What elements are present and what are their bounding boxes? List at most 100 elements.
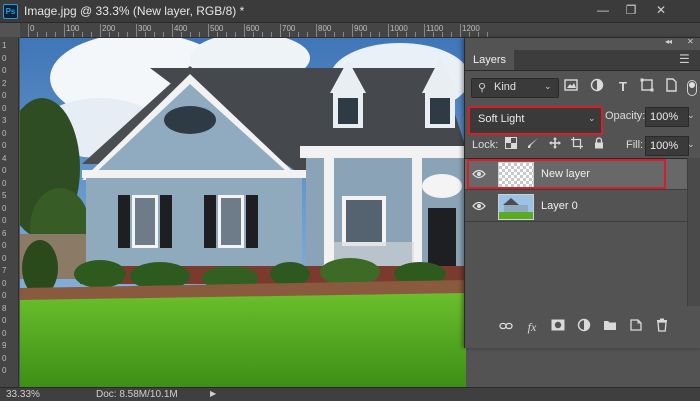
ruler-label: 0 <box>2 128 7 138</box>
ruler-minor-tick <box>325 32 326 37</box>
ruler-minor-tick <box>307 32 308 37</box>
layer-name[interactable]: Layer 0 <box>541 200 578 212</box>
panel-menu-icon[interactable]: ☰ <box>679 52 690 66</box>
ruler-minor-tick <box>271 32 272 37</box>
fill-label[interactable]: Fill: <box>626 139 643 151</box>
zoom-level[interactable]: 33.33% <box>6 389 40 400</box>
ruler-tick <box>352 24 353 37</box>
opacity-label[interactable]: Opacity: <box>605 110 645 122</box>
ruler-minor-tick <box>370 32 371 37</box>
ruler-label: 1 <box>2 41 7 50</box>
ruler-tick <box>136 24 137 37</box>
blend-mode-select[interactable]: Soft Light ⌄ <box>468 106 603 135</box>
ruler-tick <box>244 24 245 37</box>
smart-object-filter-icon[interactable] <box>663 78 679 96</box>
ruler-minor-tick <box>343 32 344 37</box>
ruler-label: 0 <box>2 278 7 288</box>
kind-filter-label: Kind <box>494 81 517 93</box>
ruler-minor-tick <box>289 32 290 37</box>
ruler-minor-tick <box>361 32 362 37</box>
ruler-minor-tick <box>415 32 416 37</box>
trash-icon[interactable] <box>653 318 671 336</box>
kind-filter-select[interactable]: ⚲ Kind ⌄ <box>471 78 559 98</box>
ruler-label: 9 <box>2 341 7 350</box>
lock-transparent-pixels-icon[interactable] <box>503 136 519 154</box>
ruler-minor-tick <box>181 32 182 37</box>
ruler-label: 0 <box>2 316 7 325</box>
lock-artboard-icon[interactable] <box>569 136 585 154</box>
status-menu-arrow-icon[interactable]: ▶ <box>210 389 216 398</box>
status-bar: 33.33% Doc: 8.58M/10.1M ▶ <box>0 387 700 401</box>
chevron-down-icon[interactable]: ⌄ <box>687 139 695 150</box>
eye-icon[interactable] <box>472 200 486 212</box>
horizontal-ruler[interactable]: 0 100 200 300 400 500 600 700 800 900 1000 1100 1200 <box>20 23 700 38</box>
fx-icon[interactable]: fx <box>523 318 541 336</box>
ruler-label: 0 <box>2 241 7 250</box>
ruler-label: 0 <box>2 103 7 113</box>
add-mask-icon[interactable] <box>549 318 567 336</box>
ruler-label: 0 <box>2 166 7 175</box>
ruler-minor-tick <box>253 32 254 37</box>
ruler-tick <box>28 24 29 37</box>
ruler-minor-tick <box>127 32 128 37</box>
ruler-label: 6 <box>2 228 7 238</box>
ruler-minor-tick <box>379 32 380 37</box>
panel-footer: fx <box>465 316 700 338</box>
photoshop-logo: Ps <box>3 4 18 19</box>
ruler-minor-tick <box>199 32 200 37</box>
ruler-minor-tick <box>217 32 218 37</box>
minimize-button[interactable]: — <box>596 3 610 17</box>
ruler-label: 5 <box>2 191 7 200</box>
chevron-down-icon[interactable]: ⌄ <box>687 110 695 121</box>
group-folder-icon[interactable] <box>601 318 619 336</box>
blend-mode-value: Soft Light <box>478 113 525 125</box>
fill-field[interactable]: 100% <box>645 136 689 156</box>
ruler-minor-tick <box>397 32 398 37</box>
layers-list: New layer Layer 0 <box>465 158 687 307</box>
vertical-ruler[interactable]: 1 0 0 2 0 0 3 0 0 4 0 0 5 0 0 6 0 0 7 0 0 8 0 0 9 0 0 <box>0 37 19 387</box>
link-layers-icon[interactable] <box>497 318 515 336</box>
canvas-image[interactable] <box>20 38 466 387</box>
ruler-tick <box>64 24 65 37</box>
ruler-tick <box>172 24 173 37</box>
ruler-label: 0 <box>2 141 7 150</box>
ruler-tick <box>100 24 101 37</box>
ruler-minor-tick <box>406 32 407 37</box>
document-tab-bar: Ps Image.jpg @ 33.3% (New layer, RGB/8) … <box>0 0 700 23</box>
lock-all-icon[interactable] <box>591 136 607 154</box>
ruler-label: 0 <box>2 291 7 300</box>
ruler-minor-tick <box>478 32 479 37</box>
type-filter-icon[interactable]: T <box>615 78 631 96</box>
opacity-field[interactable]: 100% <box>645 107 689 127</box>
adjustment-filter-icon[interactable] <box>589 78 605 96</box>
close-panel-icon[interactable]: ✕ <box>687 37 694 46</box>
ruler-minor-tick <box>190 32 191 37</box>
pixel-filter-icon[interactable] <box>563 78 579 96</box>
layer-thumbnail-image <box>498 194 534 220</box>
ruler-label: 0 <box>2 53 7 63</box>
collapse-panel-icon[interactable]: ◂◂ <box>665 37 672 46</box>
ruler-minor-tick <box>118 32 119 37</box>
ruler-label: 0 <box>30 24 35 33</box>
filter-toggle-icon[interactable] <box>687 80 697 96</box>
layer-row-layer-0[interactable]: Layer 0 <box>465 191 687 222</box>
ruler-label: 0 <box>2 328 7 338</box>
restore-button[interactable]: ❐ <box>624 3 638 17</box>
ruler-label: 1100 <box>426 24 444 33</box>
lock-image-pixels-icon[interactable] <box>525 136 541 154</box>
lock-position-icon[interactable] <box>547 136 563 154</box>
layers-scrollbar[interactable] <box>687 158 700 306</box>
new-layer-icon[interactable] <box>627 318 645 336</box>
lock-label: Lock: <box>472 139 499 151</box>
tab-layers[interactable]: Layers <box>465 50 515 70</box>
shape-filter-icon[interactable] <box>639 78 655 96</box>
adjustment-layer-icon[interactable] <box>575 318 593 336</box>
ruler-label: 0 <box>2 178 7 188</box>
ruler-minor-tick <box>487 32 488 37</box>
ruler-minor-tick <box>55 32 56 37</box>
ruler-tick <box>280 24 281 37</box>
ruler-label: 0 <box>2 366 7 375</box>
document-tab-title[interactable]: Image.jpg @ 33.3% (New layer, RGB/8) * <box>24 4 244 18</box>
close-document-button[interactable]: ✕ <box>654 3 668 17</box>
ruler-tick <box>208 24 209 37</box>
